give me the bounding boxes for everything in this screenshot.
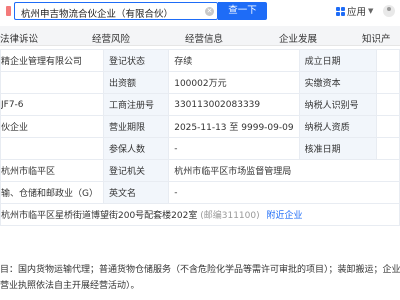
tab-legal[interactable]: 法律诉讼 [0, 31, 38, 45]
english-value: - [168, 181, 400, 204]
table-row: 伙企业 营业期限 2025-11-13 至 9999-09-09 纳税人资质 [0, 115, 400, 138]
company-type-value: 伙企业 [0, 115, 104, 138]
english-label: 英文名 [102, 181, 170, 204]
insured-value: - [168, 137, 300, 160]
chevron-down-icon: ▼ [368, 7, 374, 15]
address-cell: 杭州市临平区星桥街道博望街200号配套楼202室 (邮编311100) 附近企业 [0, 203, 400, 226]
established-value [376, 49, 400, 72]
tab-risk[interactable]: 经营风险 [92, 31, 130, 45]
term-value: 2025-11-13 至 9999-09-09 [168, 115, 300, 138]
established-label: 成立日期 [298, 49, 378, 72]
table-row: 参保人数 - 核准日期 [0, 137, 400, 160]
partner-extra [0, 71, 104, 94]
table-row: 杭州市临平区星桥街道博望街200号配套楼202室 (邮编311100) 附近企业 [0, 203, 400, 226]
table-row: 杭州市临平区 登记机关 杭州市临平区市场监督管理局 [0, 159, 400, 182]
search-input[interactable]: 杭州申吉物流合伙企业（有限合伙） ✕ [14, 2, 218, 20]
blank-cell [0, 137, 104, 160]
taxpayer-qual-value [376, 115, 400, 138]
address-value: 杭州市临平区星桥街道博望街200号配套楼202室 [1, 211, 198, 221]
table-row: JF7-6 工商注册号 330113002083339 纳税人识别号 [0, 93, 400, 116]
capital-value: 100002万元 [168, 71, 300, 94]
nearby-companies-link[interactable]: 附近企业 [267, 211, 303, 221]
insured-label: 参保人数 [102, 137, 170, 160]
term-label: 营业期限 [102, 115, 170, 138]
capital-label: 出资额 [102, 71, 170, 94]
reg-no-label: 工商注册号 [102, 93, 170, 116]
table-row: 出资额 100002万元 实缴资本 [0, 71, 400, 94]
business-info-table: 精企业管理有限公司 登记状态 存续 成立日期 出资额 100002万元 实缴资本… [0, 49, 400, 226]
taxpayer-id-label: 纳税人识别号 [298, 93, 378, 116]
logo-icon [6, 6, 11, 16]
search-query-text: 杭州申吉物流合伙企业（有限合伙） [21, 9, 174, 20]
authority-label: 登记机关 [102, 159, 170, 182]
authority-value: 杭州市临平区市场监督管理局 [168, 159, 400, 182]
search-button[interactable]: 查一下 [218, 2, 267, 20]
table-row: 输、仓储和邮政业（G） 英文名 - [0, 181, 400, 204]
credit-code-value: JF7-6 [0, 93, 104, 116]
tab-development[interactable]: 企业发展 [279, 31, 317, 45]
address-note: (邮编311100) [200, 211, 260, 221]
scope-line-2: 营业执照依法自主开展经营活动）。 [0, 281, 140, 291]
apps-menu[interactable]: 应用 ▼ [336, 5, 374, 18]
scope-line-1: 目：国内货物运输代理；普通货物仓储服务（不含危险化学品等需许可审批的项目）；装卸… [0, 265, 400, 275]
reg-no-value: 330113002083339 [168, 93, 300, 116]
section-tabs: 法律诉讼 经营风险 经营信息 企业发展 知识产 [0, 26, 400, 46]
apps-label: 应用 [347, 7, 367, 18]
taxpayer-qual-label: 纳税人资质 [298, 115, 378, 138]
tab-operation[interactable]: 经营信息 [185, 31, 223, 45]
approval-label: 核准日期 [298, 137, 378, 160]
top-bar: 杭州申吉物流合伙企业（有限合伙） ✕ 查一下 应用 ▼ [0, 0, 400, 22]
tab-ip[interactable]: 知识产 [362, 31, 391, 45]
partner-link[interactable]: 精企业管理有限公司 [0, 49, 104, 72]
approval-value [376, 137, 400, 160]
taxpayer-id-value [376, 93, 400, 116]
clear-icon[interactable]: ✕ [205, 7, 214, 16]
user-avatar-icon[interactable] [383, 5, 395, 17]
industry-value: 输、仓储和邮政业（G） [0, 181, 104, 204]
apps-grid-icon [336, 6, 345, 16]
region-value: 杭州市临平区 [0, 159, 104, 182]
paid-capital-value [376, 71, 400, 94]
status-value: 存续 [168, 49, 300, 72]
status-label: 登记状态 [102, 49, 170, 72]
paid-capital-label: 实缴资本 [298, 71, 378, 94]
table-row: 精企业管理有限公司 登记状态 存续 成立日期 [0, 49, 400, 72]
business-scope: 目：国内货物运输代理；普通货物仓储服务（不含危险化学品等需许可审批的项目）；装卸… [0, 262, 400, 294]
